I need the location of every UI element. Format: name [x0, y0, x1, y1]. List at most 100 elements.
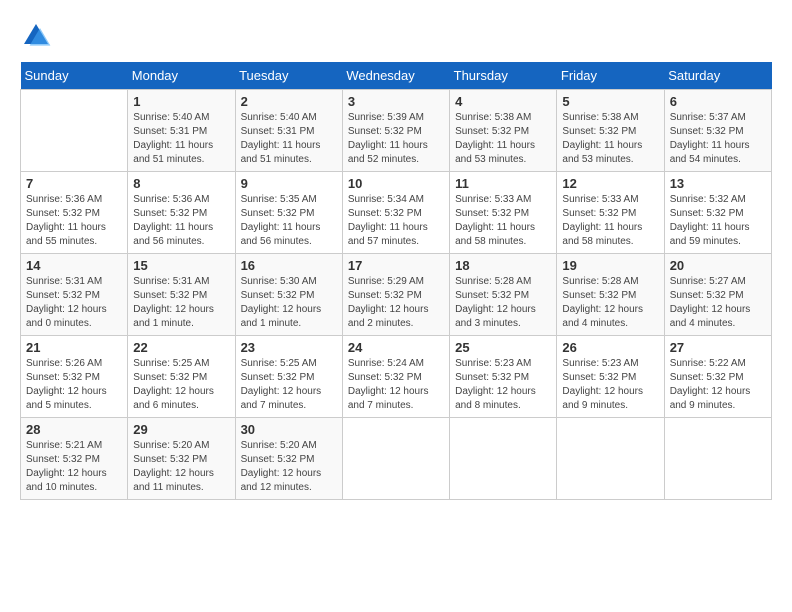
- day-detail: Sunrise: 5:25 AM Sunset: 5:32 PM Dayligh…: [133, 357, 229, 413]
- day-cell: 24 Sunrise: 5:24 AM Sunset: 5:32 PM Dayli…: [342, 336, 449, 418]
- day-cell: 25 Sunrise: 5:23 AM Sunset: 5:32 PM Dayli…: [450, 336, 557, 418]
- day-detail: Sunrise: 5:28 AM Sunset: 5:32 PM Dayligh…: [562, 275, 658, 331]
- weekday-header-thursday: Thursday: [450, 62, 557, 90]
- weekday-header-friday: Friday: [557, 62, 664, 90]
- day-cell: 10 Sunrise: 5:34 AM Sunset: 5:32 PM Dayli…: [342, 172, 449, 254]
- day-cell: [450, 418, 557, 500]
- day-number: 23: [241, 340, 337, 355]
- weekday-header-row: SundayMondayTuesdayWednesdayThursdayFrid…: [21, 62, 772, 90]
- day-number: 1: [133, 94, 229, 109]
- week-row-3: 14Sunrise: 5:31 AM Sunset: 5:32 PM Dayli…: [21, 254, 772, 336]
- day-cell: 27 Sunrise: 5:22 AM Sunset: 5:32 PM Dayli…: [664, 336, 771, 418]
- day-detail: Sunrise: 5:31 AM Sunset: 5:32 PM Dayligh…: [133, 275, 229, 331]
- day-number: 27: [670, 340, 766, 355]
- day-detail: Sunrise: 5:35 AM Sunset: 5:32 PM Dayligh…: [241, 193, 337, 249]
- day-cell: 18 Sunrise: 5:28 AM Sunset: 5:32 PM Dayli…: [450, 254, 557, 336]
- day-number: 10: [348, 176, 444, 191]
- day-cell: 7 Sunrise: 5:36 AM Sunset: 5:32 PM Daylig…: [21, 172, 128, 254]
- day-cell: 14Sunrise: 5:31 AM Sunset: 5:32 PM Dayli…: [21, 254, 128, 336]
- day-cell: 2Sunrise: 5:40 AM Sunset: 5:31 PM Daylig…: [235, 90, 342, 172]
- day-detail: Sunrise: 5:30 AM Sunset: 5:32 PM Dayligh…: [241, 275, 337, 331]
- day-number: 5: [562, 94, 658, 109]
- day-cell: 9 Sunrise: 5:35 AM Sunset: 5:32 PM Daylig…: [235, 172, 342, 254]
- day-cell: [21, 90, 128, 172]
- day-cell: 23 Sunrise: 5:25 AM Sunset: 5:32 PM Dayli…: [235, 336, 342, 418]
- day-detail: Sunrise: 5:36 AM Sunset: 5:32 PM Dayligh…: [133, 193, 229, 249]
- day-number: 19: [562, 258, 658, 273]
- day-cell: 1 Sunrise: 5:40 AM Sunset: 5:31 PM Daylig…: [128, 90, 235, 172]
- day-detail: Sunrise: 5:32 AM Sunset: 5:32 PM Dayligh…: [670, 193, 766, 249]
- day-detail: Sunrise: 5:34 AM Sunset: 5:32 PM Dayligh…: [348, 193, 444, 249]
- day-cell: 26 Sunrise: 5:23 AM Sunset: 5:32 PM Dayli…: [557, 336, 664, 418]
- day-cell: 19 Sunrise: 5:28 AM Sunset: 5:32 PM Dayli…: [557, 254, 664, 336]
- day-number: 16: [241, 258, 337, 273]
- day-number: 18: [455, 258, 551, 273]
- day-detail: Sunrise: 5:25 AM Sunset: 5:32 PM Dayligh…: [241, 357, 337, 413]
- day-cell: 12 Sunrise: 5:33 AM Sunset: 5:32 PM Dayli…: [557, 172, 664, 254]
- day-detail: Sunrise: 5:40 AM Sunset: 5:31 PM Dayligh…: [133, 111, 229, 167]
- logo: [20, 20, 56, 52]
- day-detail: Sunrise: 5:22 AM Sunset: 5:32 PM Dayligh…: [670, 357, 766, 413]
- day-number: 28: [26, 422, 122, 437]
- day-cell: 28 Sunrise: 5:21 AM Sunset: 5:32 PM Dayli…: [21, 418, 128, 500]
- day-number: 24: [348, 340, 444, 355]
- day-cell: 3Sunrise: 5:39 AM Sunset: 5:32 PM Daylig…: [342, 90, 449, 172]
- day-cell: 6 Sunrise: 5:37 AM Sunset: 5:32 PM Daylig…: [664, 90, 771, 172]
- day-number: 12: [562, 176, 658, 191]
- weekday-header-tuesday: Tuesday: [235, 62, 342, 90]
- day-cell: 13 Sunrise: 5:32 AM Sunset: 5:32 PM Dayli…: [664, 172, 771, 254]
- day-detail: Sunrise: 5:20 AM Sunset: 5:32 PM Dayligh…: [133, 439, 229, 495]
- day-number: 25: [455, 340, 551, 355]
- day-detail: Sunrise: 5:37 AM Sunset: 5:32 PM Dayligh…: [670, 111, 766, 167]
- day-detail: Sunrise: 5:31 AM Sunset: 5:32 PM Dayligh…: [26, 275, 122, 331]
- day-detail: Sunrise: 5:38 AM Sunset: 5:32 PM Dayligh…: [455, 111, 551, 167]
- day-number: 29: [133, 422, 229, 437]
- weekday-header-monday: Monday: [128, 62, 235, 90]
- weekday-header-sunday: Sunday: [21, 62, 128, 90]
- week-row-2: 7 Sunrise: 5:36 AM Sunset: 5:32 PM Daylig…: [21, 172, 772, 254]
- day-cell: 11Sunrise: 5:33 AM Sunset: 5:32 PM Dayli…: [450, 172, 557, 254]
- day-number: 13: [670, 176, 766, 191]
- day-detail: Sunrise: 5:23 AM Sunset: 5:32 PM Dayligh…: [562, 357, 658, 413]
- week-row-4: 21 Sunrise: 5:26 AM Sunset: 5:32 PM Dayli…: [21, 336, 772, 418]
- day-number: 7: [26, 176, 122, 191]
- day-number: 20: [670, 258, 766, 273]
- day-number: 9: [241, 176, 337, 191]
- day-cell: 16 Sunrise: 5:30 AM Sunset: 5:32 PM Dayli…: [235, 254, 342, 336]
- day-number: 22: [133, 340, 229, 355]
- day-detail: Sunrise: 5:26 AM Sunset: 5:32 PM Dayligh…: [26, 357, 122, 413]
- day-detail: Sunrise: 5:33 AM Sunset: 5:32 PM Dayligh…: [562, 193, 658, 249]
- day-cell: 15 Sunrise: 5:31 AM Sunset: 5:32 PM Dayli…: [128, 254, 235, 336]
- day-number: 30: [241, 422, 337, 437]
- week-row-5: 28 Sunrise: 5:21 AM Sunset: 5:32 PM Dayli…: [21, 418, 772, 500]
- day-detail: Sunrise: 5:21 AM Sunset: 5:32 PM Dayligh…: [26, 439, 122, 495]
- day-detail: Sunrise: 5:28 AM Sunset: 5:32 PM Dayligh…: [455, 275, 551, 331]
- day-number: 26: [562, 340, 658, 355]
- day-detail: Sunrise: 5:40 AM Sunset: 5:31 PM Dayligh…: [241, 111, 337, 167]
- day-detail: Sunrise: 5:20 AM Sunset: 5:32 PM Dayligh…: [241, 439, 337, 495]
- week-row-1: 1 Sunrise: 5:40 AM Sunset: 5:31 PM Daylig…: [21, 90, 772, 172]
- calendar-table: SundayMondayTuesdayWednesdayThursdayFrid…: [20, 62, 772, 500]
- weekday-header-wednesday: Wednesday: [342, 62, 449, 90]
- day-detail: Sunrise: 5:27 AM Sunset: 5:32 PM Dayligh…: [670, 275, 766, 331]
- day-detail: Sunrise: 5:36 AM Sunset: 5:32 PM Dayligh…: [26, 193, 122, 249]
- weekday-header-saturday: Saturday: [664, 62, 771, 90]
- day-number: 15: [133, 258, 229, 273]
- day-number: 11: [455, 176, 551, 191]
- day-cell: 17Sunrise: 5:29 AM Sunset: 5:32 PM Dayli…: [342, 254, 449, 336]
- day-cell: 30 Sunrise: 5:20 AM Sunset: 5:32 PM Dayli…: [235, 418, 342, 500]
- day-number: 6: [670, 94, 766, 109]
- day-cell: 21 Sunrise: 5:26 AM Sunset: 5:32 PM Dayli…: [21, 336, 128, 418]
- day-detail: Sunrise: 5:39 AM Sunset: 5:32 PM Dayligh…: [348, 111, 444, 167]
- day-detail: Sunrise: 5:24 AM Sunset: 5:32 PM Dayligh…: [348, 357, 444, 413]
- day-cell: 5 Sunrise: 5:38 AM Sunset: 5:32 PM Daylig…: [557, 90, 664, 172]
- day-cell: [664, 418, 771, 500]
- day-number: 17: [348, 258, 444, 273]
- day-detail: Sunrise: 5:38 AM Sunset: 5:32 PM Dayligh…: [562, 111, 658, 167]
- day-detail: Sunrise: 5:23 AM Sunset: 5:32 PM Dayligh…: [455, 357, 551, 413]
- day-number: 8: [133, 176, 229, 191]
- day-cell: 22 Sunrise: 5:25 AM Sunset: 5:32 PM Dayli…: [128, 336, 235, 418]
- page-header: [20, 20, 772, 52]
- day-number: 21: [26, 340, 122, 355]
- day-number: 4: [455, 94, 551, 109]
